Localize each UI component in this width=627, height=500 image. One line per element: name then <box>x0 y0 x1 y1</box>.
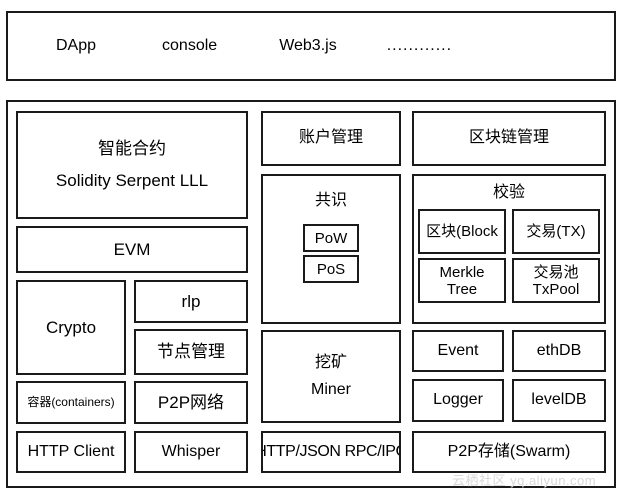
ethdb-block[interactable]: ethDB <box>512 330 606 372</box>
architecture-diagram: DApp console Web3.js ............ 智能合约 S… <box>0 0 627 500</box>
smart-contract-languages: Solidity Serpent LLL <box>55 171 209 190</box>
crypto-block[interactable]: Crypto <box>16 280 126 375</box>
evm-label: EVM <box>113 239 151 259</box>
logger-label: Logger <box>433 391 483 409</box>
p2p-network-label: P2P网络 <box>157 392 225 412</box>
http-client-block[interactable]: HTTP Client <box>16 431 126 473</box>
leveldb-block[interactable]: levelDB <box>512 379 606 422</box>
rlp-block[interactable]: rlp <box>134 280 248 323</box>
validation-grid: 区块(Block 交易(TX) Merkle Tree 交易池 TxPool <box>418 209 600 304</box>
ethdb-label: ethDB <box>536 341 582 359</box>
node-management-block[interactable]: 节点管理 <box>134 329 248 375</box>
miner-block[interactable]: 挖矿 Miner <box>261 330 401 423</box>
event-block[interactable]: Event <box>412 330 504 372</box>
whisper-label: Whisper <box>161 442 221 460</box>
pow-label: PoW <box>314 229 348 247</box>
logger-block[interactable]: Logger <box>412 379 504 422</box>
account-management-block[interactable]: 账户管理 <box>261 111 401 166</box>
validation-transaction-label: 交易(TX) <box>526 223 586 241</box>
p2p-network-block[interactable]: P2P网络 <box>134 381 248 424</box>
platform-panel: 智能合约 Solidity Serpent LLL EVM Crypto rlp… <box>6 100 616 488</box>
smart-contract-title: 智能合约 <box>98 139 166 159</box>
http-client-label: HTTP Client <box>27 442 115 460</box>
miner-label-cn: 挖矿 <box>314 354 347 372</box>
smart-contract-block[interactable]: 智能合约 Solidity Serpent LLL <box>16 111 248 219</box>
whisper-block[interactable]: Whisper <box>134 431 248 473</box>
account-management-label: 账户管理 <box>298 129 363 147</box>
node-management-label: 节点管理 <box>157 342 225 362</box>
rlp-label: rlp <box>181 291 201 311</box>
consensus-title: 共识 <box>314 192 347 209</box>
miner-label-en: Miner <box>310 380 351 398</box>
validation-block-label: 区块(Block <box>426 223 498 241</box>
swarm-label: P2P存储(Swarm) <box>447 442 571 460</box>
evm-block[interactable]: EVM <box>16 226 248 273</box>
app-item-dapp[interactable]: DApp <box>56 37 96 55</box>
consensus-block[interactable]: 共识 PoW PoS <box>261 174 401 324</box>
event-label: Event <box>437 341 479 359</box>
crypto-label: Crypto <box>45 317 97 337</box>
pow-block[interactable]: PoW <box>303 224 359 253</box>
leveldb-label: levelDB <box>531 391 587 409</box>
validation-block[interactable]: 校验 区块(Block 交易(TX) Merkle Tree 交易池 TxPoo… <box>412 174 606 324</box>
rpc-interface-block[interactable]: HTTP/JSON RPC/IPC <box>261 431 401 473</box>
blockchain-management-label: 区块链管理 <box>468 129 549 147</box>
merkle-tree-label-line2: Tree <box>446 280 478 298</box>
application-layer-bar: DApp console Web3.js ............ <box>6 11 616 81</box>
rpc-label: HTTP/JSON RPC/IPC <box>261 442 401 460</box>
blockchain-management-block[interactable]: 区块链管理 <box>412 111 606 166</box>
watermark: 云栖社区 yq.aliyun.com <box>452 473 597 488</box>
txpool-label-cn: 交易池 <box>533 263 579 281</box>
containers-label: 容器(containers) <box>27 394 115 409</box>
validation-cell-txpool[interactable]: 交易池 TxPool <box>512 258 600 304</box>
pos-label: PoS <box>316 260 346 278</box>
swarm-block[interactable]: P2P存储(Swarm) <box>412 431 606 473</box>
validation-cell-block[interactable]: 区块(Block <box>418 209 506 255</box>
app-item-console[interactable]: console <box>162 37 217 55</box>
containers-block[interactable]: 容器(containers) <box>16 381 126 424</box>
validation-cell-merkle-tree[interactable]: Merkle Tree <box>418 258 506 304</box>
pos-block[interactable]: PoS <box>303 255 359 284</box>
app-item-ellipsis: ............ <box>386 36 453 54</box>
validation-title: 校验 <box>492 184 525 201</box>
merkle-tree-label-line1: Merkle <box>439 263 485 281</box>
txpool-label-en: TxPool <box>532 280 580 298</box>
app-item-web3js[interactable]: Web3.js <box>279 37 337 55</box>
validation-cell-transaction[interactable]: 交易(TX) <box>512 209 600 255</box>
